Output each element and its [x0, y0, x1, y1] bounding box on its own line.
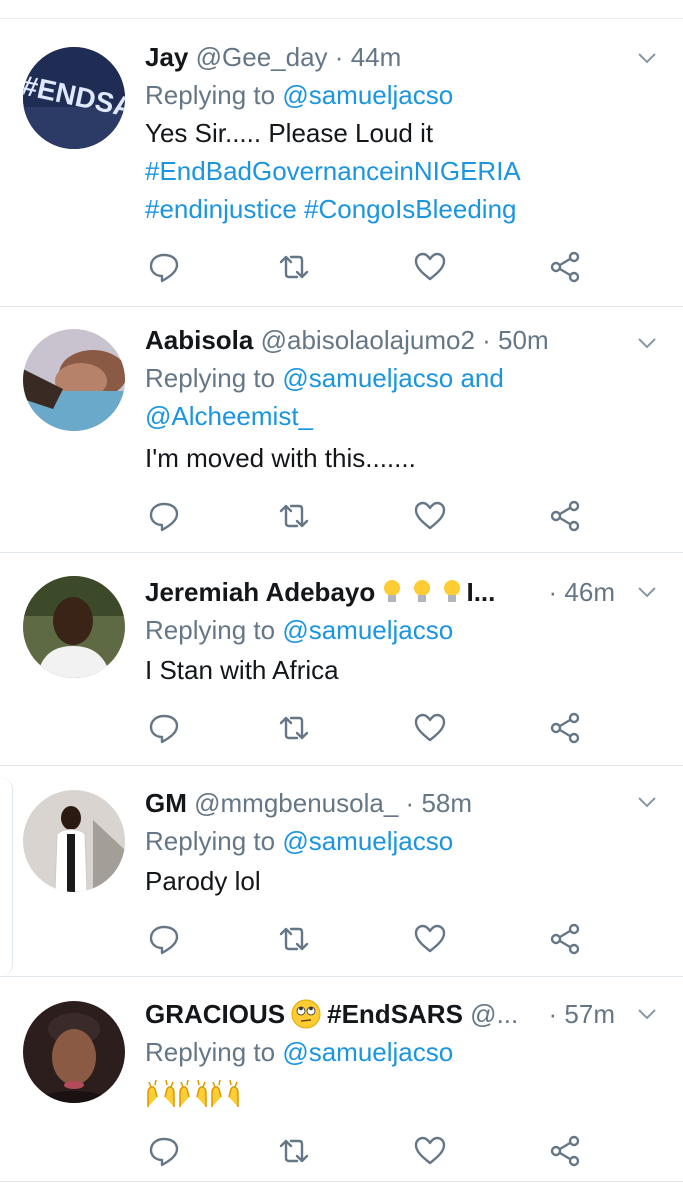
tweet[interactable]: #ENDSARS Jay @Gee_day · 44m Replying to …: [0, 20, 683, 307]
replying-label: Replying to: [145, 1037, 283, 1067]
author-name[interactable]: GRACIOUS: [145, 999, 285, 1029]
tweet-text: I'm moved with this.......: [145, 443, 416, 473]
chevron-down-icon[interactable]: [637, 333, 657, 353]
tweet-actions: [145, 711, 595, 751]
timestamp[interactable]: 50m: [498, 325, 549, 355]
timestamp[interactable]: 44m: [351, 42, 402, 72]
reply-icon[interactable]: [147, 711, 181, 745]
tweet-text: [145, 1075, 663, 1113]
separator: ·: [482, 325, 491, 355]
avatar[interactable]: [23, 790, 125, 892]
raised-hands-icon: [179, 1079, 207, 1107]
author-name[interactable]: Jeremiah Adebayo: [145, 577, 375, 607]
avatar-image: [23, 790, 125, 892]
lightbulb-icon: [414, 580, 431, 602]
avatar[interactable]: [23, 576, 125, 678]
chevron-down-icon[interactable]: [637, 582, 657, 602]
avatar-image: [23, 329, 125, 431]
replying-and: and: [453, 363, 504, 393]
tweet-actions: [145, 1134, 595, 1174]
divider: [0, 1181, 683, 1182]
separator: ·: [334, 42, 344, 72]
replying-label: Replying to: [145, 363, 283, 393]
retweet-icon[interactable]: [277, 1134, 311, 1168]
share-icon[interactable]: [548, 1134, 582, 1168]
reply-icon[interactable]: [147, 250, 181, 284]
mention-link[interactable]: @samueljacso: [282, 80, 453, 110]
avatar-image: #ENDSARS: [23, 47, 125, 149]
lightbulb-icon: [384, 580, 401, 602]
author-name[interactable]: Jay: [145, 42, 188, 72]
tweet-actions: [145, 250, 595, 290]
reply-icon[interactable]: [147, 922, 181, 956]
replying-to: Replying to @samueljacso: [145, 1033, 663, 1071]
heart-icon[interactable]: [413, 250, 447, 284]
timestamp[interactable]: · 57m: [549, 995, 615, 1033]
heart-icon[interactable]: [413, 499, 447, 533]
raised-hands-icon: [211, 1079, 239, 1107]
tweet[interactable]: GRACIOUS #EndSARS @... Replying to @samue…: [0, 977, 683, 1182]
mention-link[interactable]: @samueljacso: [282, 363, 453, 393]
retweet-icon[interactable]: [277, 922, 311, 956]
replying-to: Replying to @samueljacso: [145, 76, 663, 114]
tweet[interactable]: Aabisola @abisolaolajumo2 · 50m Replying…: [0, 307, 683, 553]
hashtag-link[interactable]: #EndBadGovernanceinNIGERIA: [145, 152, 663, 190]
timestamp[interactable]: 58m: [421, 788, 472, 818]
share-icon[interactable]: [548, 711, 582, 745]
replying-label: Replying to: [145, 615, 283, 645]
replying-label: Replying to: [145, 80, 283, 110]
author-name-overflow[interactable]: I...: [466, 577, 495, 607]
timestamp[interactable]: · 46m: [549, 573, 615, 611]
lightbulb-icon: [444, 580, 461, 602]
retweet-icon[interactable]: [277, 711, 311, 745]
panel-edge: [0, 777, 13, 977]
heart-icon[interactable]: [413, 922, 447, 956]
tweet-actions: [145, 499, 595, 539]
reply-icon[interactable]: [147, 1134, 181, 1168]
mention-link[interactable]: @samueljacso: [282, 1037, 453, 1067]
chevron-down-icon[interactable]: [637, 1004, 657, 1024]
mention-link[interactable]: @samueljacso: [282, 615, 453, 645]
author-handle[interactable]: @mmgbenusola_: [194, 788, 398, 818]
chevron-down-icon[interactable]: [637, 48, 657, 68]
tweet-body: Yes Sir..... Please Loud it: [145, 118, 434, 148]
avatar[interactable]: #ENDSARS: [23, 47, 125, 149]
separator: ·: [405, 788, 415, 818]
tweet[interactable]: Jeremiah Adebayo I... Replying to @samue…: [0, 553, 683, 766]
avatar-image: [23, 1001, 125, 1103]
author-name[interactable]: GM: [145, 788, 187, 818]
author-handle[interactable]: @...: [470, 999, 518, 1029]
heart-icon[interactable]: [413, 711, 447, 745]
share-icon[interactable]: [548, 499, 582, 533]
tweet-text: Yes Sir..... Please Loud it #EndBadGover…: [145, 114, 663, 228]
tweet[interactable]: GM @mmgbenusola_ · 58m Replying to @samu…: [0, 766, 683, 977]
share-icon[interactable]: [548, 922, 582, 956]
tweet-text: I Stan with Africa: [145, 655, 339, 685]
mention-link[interactable]: @samueljacso: [282, 826, 453, 856]
author-hashtag[interactable]: #EndSARS: [327, 999, 463, 1029]
author-name[interactable]: Aabisola: [145, 325, 253, 355]
replying-to: Replying to @samueljacso: [145, 611, 663, 649]
tweet-actions: [145, 922, 595, 962]
replying-to: Replying to @samueljacso and: [145, 359, 663, 397]
share-icon[interactable]: [548, 250, 582, 284]
retweet-icon[interactable]: [277, 250, 311, 284]
retweet-icon[interactable]: [277, 499, 311, 533]
avatar[interactable]: [23, 329, 125, 431]
top-divider: [0, 18, 683, 19]
mention-link[interactable]: @Alcheemist_: [145, 401, 313, 431]
hashtag-link[interactable]: #endinjustice #CongoIsBleeding: [145, 190, 663, 228]
replying-label: Replying to: [145, 826, 283, 856]
reply-icon[interactable]: [147, 499, 181, 533]
eye-roll-face-icon: [291, 999, 321, 1029]
heart-icon[interactable]: [413, 1134, 447, 1168]
raised-hands-icon: [147, 1079, 175, 1107]
tweet-text: Parody lol: [145, 866, 261, 896]
chevron-down-icon[interactable]: [637, 792, 657, 812]
replying-to: Replying to @samueljacso: [145, 822, 663, 860]
avatar-image: [23, 576, 125, 678]
avatar[interactable]: [23, 1001, 125, 1103]
author-handle[interactable]: @Gee_day: [196, 42, 328, 72]
author-handle[interactable]: @abisolaolajumo2: [261, 325, 475, 355]
